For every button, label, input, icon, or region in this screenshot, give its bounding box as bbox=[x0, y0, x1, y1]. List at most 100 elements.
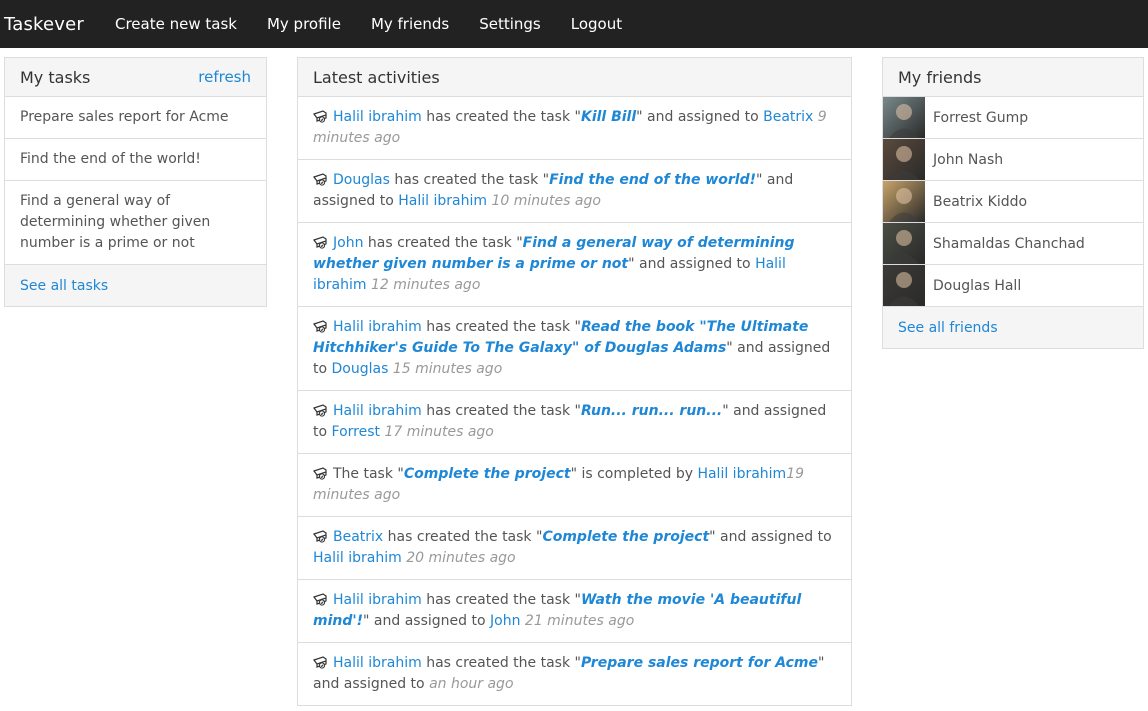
task-icon bbox=[313, 235, 328, 249]
my-tasks-footer: See all tasks bbox=[5, 265, 266, 306]
friend-item[interactable]: Douglas Hall bbox=[883, 265, 1143, 307]
activity-assignee-link[interactable]: Forrest bbox=[332, 424, 380, 440]
nav-logout[interactable]: Logout bbox=[571, 15, 622, 33]
friend-avatar[interactable] bbox=[883, 181, 925, 222]
friend-avatar[interactable] bbox=[883, 139, 925, 180]
my-friends-title: My friends bbox=[898, 67, 982, 87]
activities-title: Latest activities bbox=[313, 67, 440, 87]
task-icon bbox=[313, 172, 328, 186]
friend-item[interactable]: Beatrix Kiddo bbox=[883, 181, 1143, 223]
activity-item: John has created the task "Find a genera… bbox=[298, 223, 851, 307]
friend-list: Forrest Gump John Nash Beatrix Kiddo Shamal… bbox=[883, 97, 1143, 307]
friend-avatar[interactable] bbox=[883, 265, 925, 306]
activity-text: has created the task " bbox=[367, 235, 523, 251]
activity-text: The task " bbox=[333, 466, 404, 482]
activity-assignee-link[interactable]: John bbox=[490, 613, 520, 629]
activity-text: " and assigned to bbox=[709, 529, 832, 545]
activity-item: The task "Complete the project" is compl… bbox=[298, 454, 851, 517]
activity-assignee-link[interactable]: Beatrix bbox=[763, 109, 813, 125]
activity-item: Halil ibrahim has created the task "Run.… bbox=[298, 391, 851, 454]
brand-logo[interactable]: Taskever bbox=[0, 14, 115, 35]
task-item[interactable]: Find the end of the world! bbox=[5, 139, 266, 181]
friend-name[interactable]: Beatrix Kiddo bbox=[933, 194, 1027, 210]
activity-user-link[interactable]: Douglas bbox=[333, 172, 390, 188]
nav-my-friends[interactable]: My friends bbox=[371, 15, 449, 33]
nav-my-profile[interactable]: My profile bbox=[267, 15, 341, 33]
activity-time: 21 minutes ago bbox=[524, 613, 635, 629]
activity-item: Halil ibrahim has created the task "Prep… bbox=[298, 643, 851, 705]
activity-text: " is completed by bbox=[570, 466, 698, 482]
friend-item[interactable]: Shamaldas Chanchad bbox=[883, 223, 1143, 265]
my-friends-footer: See all friends bbox=[883, 307, 1143, 348]
activity-item: Beatrix has created the task "Complete t… bbox=[298, 517, 851, 580]
activity-task-link[interactable]: Run... run... run... bbox=[581, 403, 722, 419]
friend-name[interactable]: Forrest Gump bbox=[933, 110, 1028, 126]
task-icon bbox=[313, 319, 328, 333]
activity-time: an hour ago bbox=[429, 676, 514, 692]
friend-item[interactable]: Forrest Gump bbox=[883, 97, 1143, 139]
activity-assignee-link[interactable]: Halil ibrahim bbox=[398, 193, 487, 209]
my-tasks-title: My tasks bbox=[20, 67, 91, 87]
task-item[interactable]: Find a general way of determining whethe… bbox=[5, 181, 266, 265]
activity-time: 12 minutes ago bbox=[370, 277, 481, 293]
my-tasks-header: My tasks refresh bbox=[5, 58, 266, 97]
activity-text: has created the task " bbox=[387, 529, 543, 545]
friend-name[interactable]: Shamaldas Chanchad bbox=[933, 236, 1085, 252]
activity-assignee-link[interactable]: Halil ibrahim bbox=[697, 466, 786, 482]
my-friends-panel: My friends Forrest Gump John Nash Beatrix … bbox=[882, 57, 1144, 349]
task-item[interactable]: Prepare sales report for Acme bbox=[5, 97, 266, 139]
friend-avatar[interactable] bbox=[883, 223, 925, 264]
activity-text: has created the task " bbox=[394, 172, 550, 188]
activity-item: Douglas has created the task "Find the e… bbox=[298, 160, 851, 223]
activity-item: Halil ibrahim has created the task "Kill… bbox=[298, 97, 851, 160]
activity-text: has created the task " bbox=[426, 403, 581, 419]
activity-user-link[interactable]: Halil ibrahim bbox=[333, 403, 422, 419]
activity-item: Halil ibrahim has created the task "Wath… bbox=[298, 580, 851, 643]
task-icon bbox=[313, 592, 328, 606]
friend-avatar[interactable] bbox=[883, 97, 925, 138]
activity-text: " and assigned to bbox=[628, 256, 756, 272]
activity-text: has created the task " bbox=[426, 592, 581, 608]
see-all-tasks-link[interactable]: See all tasks bbox=[20, 278, 108, 294]
activity-user-link[interactable]: Halil ibrahim bbox=[333, 655, 422, 671]
activity-user-link[interactable]: Beatrix bbox=[333, 529, 383, 545]
task-icon bbox=[313, 109, 328, 123]
activity-text: has created the task " bbox=[426, 319, 581, 335]
activity-time: 20 minutes ago bbox=[406, 550, 516, 566]
my-friends-header: My friends bbox=[883, 58, 1143, 97]
activity-task-link[interactable]: Complete the project bbox=[542, 529, 709, 545]
activity-assignee-link[interactable]: Halil ibrahim bbox=[313, 550, 402, 566]
activity-user-link[interactable]: Halil ibrahim bbox=[333, 592, 422, 608]
task-icon bbox=[313, 529, 328, 543]
activity-text: " and assigned to bbox=[636, 109, 764, 125]
activity-task-link[interactable]: Find the end of the world! bbox=[549, 172, 756, 188]
activities-header: Latest activities bbox=[298, 58, 851, 97]
activity-list: Halil ibrahim has created the task "Kill… bbox=[298, 97, 851, 705]
nav-settings[interactable]: Settings bbox=[479, 15, 541, 33]
friend-name[interactable]: John Nash bbox=[933, 152, 1003, 168]
task-icon bbox=[313, 655, 328, 669]
see-all-friends-link[interactable]: See all friends bbox=[898, 320, 998, 336]
activity-time: 15 minutes ago bbox=[392, 361, 503, 377]
activity-user-link[interactable]: Halil ibrahim bbox=[333, 109, 422, 125]
friend-item[interactable]: John Nash bbox=[883, 139, 1143, 181]
task-icon bbox=[313, 466, 328, 480]
activity-item: Halil ibrahim has created the task "Read… bbox=[298, 307, 851, 391]
refresh-link[interactable]: refresh bbox=[198, 68, 251, 86]
nav-create-new-task[interactable]: Create new task bbox=[115, 15, 237, 33]
activity-time: 17 minutes ago bbox=[384, 424, 494, 440]
activity-text: " and assigned to bbox=[363, 613, 490, 629]
latest-activities-panel: Latest activities Halil ibrahim has crea… bbox=[297, 57, 852, 706]
activity-task-link[interactable]: Prepare sales report for Acme bbox=[581, 655, 818, 671]
activity-task-link[interactable]: Complete the project bbox=[404, 466, 571, 482]
friend-name[interactable]: Douglas Hall bbox=[933, 278, 1021, 294]
activity-text: has created the task " bbox=[426, 109, 581, 125]
activity-task-link[interactable]: Kill Bill bbox=[581, 109, 636, 125]
top-navbar: Taskever Create new task My profile My f… bbox=[0, 0, 1148, 48]
activity-user-link[interactable]: Halil ibrahim bbox=[333, 319, 422, 335]
nav-links: Create new task My profile My friends Se… bbox=[115, 15, 652, 33]
activity-user-link[interactable]: John bbox=[333, 235, 363, 251]
activity-text: has created the task " bbox=[426, 655, 581, 671]
activity-assignee-link[interactable]: Douglas bbox=[332, 361, 389, 377]
my-tasks-panel: My tasks refresh Prepare sales report fo… bbox=[4, 57, 267, 307]
